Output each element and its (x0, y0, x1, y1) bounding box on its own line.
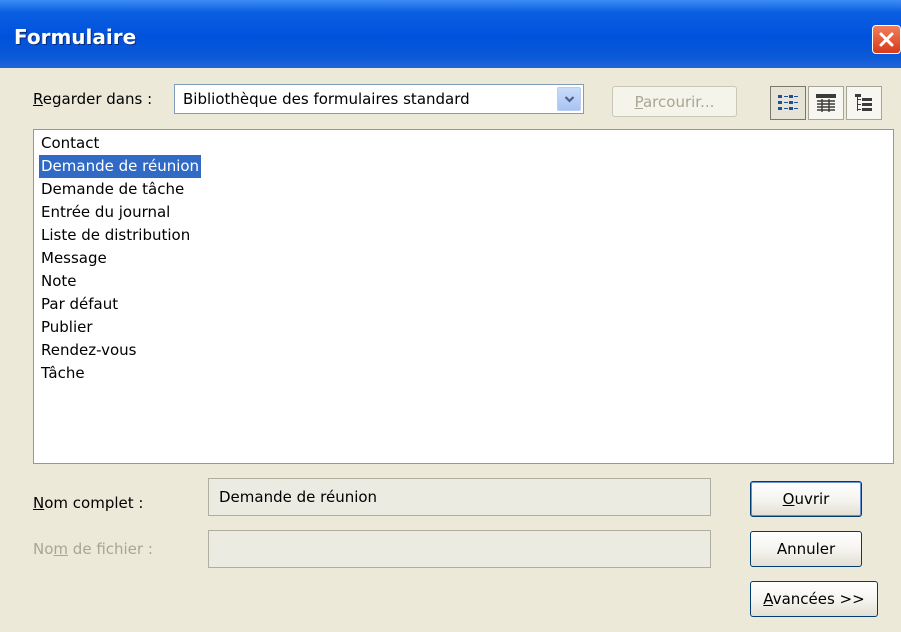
file-name-field[interactable] (208, 530, 711, 568)
list-item-selected[interactable]: Demande de réunion (39, 155, 202, 178)
look-in-dropdown[interactable]: Bibliothèque des formulaires standard (174, 84, 584, 114)
details-view-button[interactable] (808, 86, 844, 120)
close-icon (879, 32, 894, 47)
list-item[interactable]: Contact (39, 132, 101, 155)
details-view-icon (816, 94, 836, 112)
list-item[interactable]: Publier (39, 316, 95, 339)
close-button[interactable] (872, 25, 901, 54)
look-in-label: Regarder dans : (33, 90, 153, 108)
form-dialog: Formulaire Regarder dans : Bibliothèque … (0, 0, 901, 632)
display-name-field[interactable]: Demande de réunion (208, 478, 711, 516)
list-item[interactable]: Par défaut (39, 293, 120, 316)
list-view-icon (778, 95, 798, 110)
chevron-down-icon (564, 96, 575, 103)
list-item[interactable]: Entrée du journal (39, 201, 172, 224)
look-in-selected-value: Bibliothèque des formulaires standard (183, 90, 470, 108)
open-button[interactable]: Ouvrir (750, 481, 862, 517)
tree-view-icon (855, 94, 872, 111)
list-item[interactable]: Tâche (39, 362, 87, 385)
dialog-title: Formulaire (14, 25, 137, 49)
tree-view-button[interactable] (846, 86, 882, 120)
display-name-label: Nom complet : (33, 494, 144, 512)
list-item[interactable]: Message (39, 247, 109, 270)
display-name-value: Demande de réunion (219, 488, 378, 506)
list-item[interactable]: Liste de distribution (39, 224, 192, 247)
list-item[interactable]: Note (39, 270, 79, 293)
list-item[interactable]: Demande de tâche (39, 178, 186, 201)
browse-button[interactable]: Parcourir... (612, 86, 737, 117)
list-view-button[interactable] (770, 86, 806, 120)
file-name-label: Nom de fichier : (33, 540, 153, 558)
title-bar[interactable]: Formulaire (0, 0, 901, 68)
forms-list[interactable]: Contact Demande de réunion Demande de tâ… (33, 129, 894, 464)
dropdown-button[interactable] (557, 87, 581, 111)
list-item[interactable]: Rendez-vous (39, 339, 139, 362)
cancel-button[interactable]: Annuler (750, 531, 862, 567)
advanced-button[interactable]: Avancées >> (750, 581, 878, 617)
